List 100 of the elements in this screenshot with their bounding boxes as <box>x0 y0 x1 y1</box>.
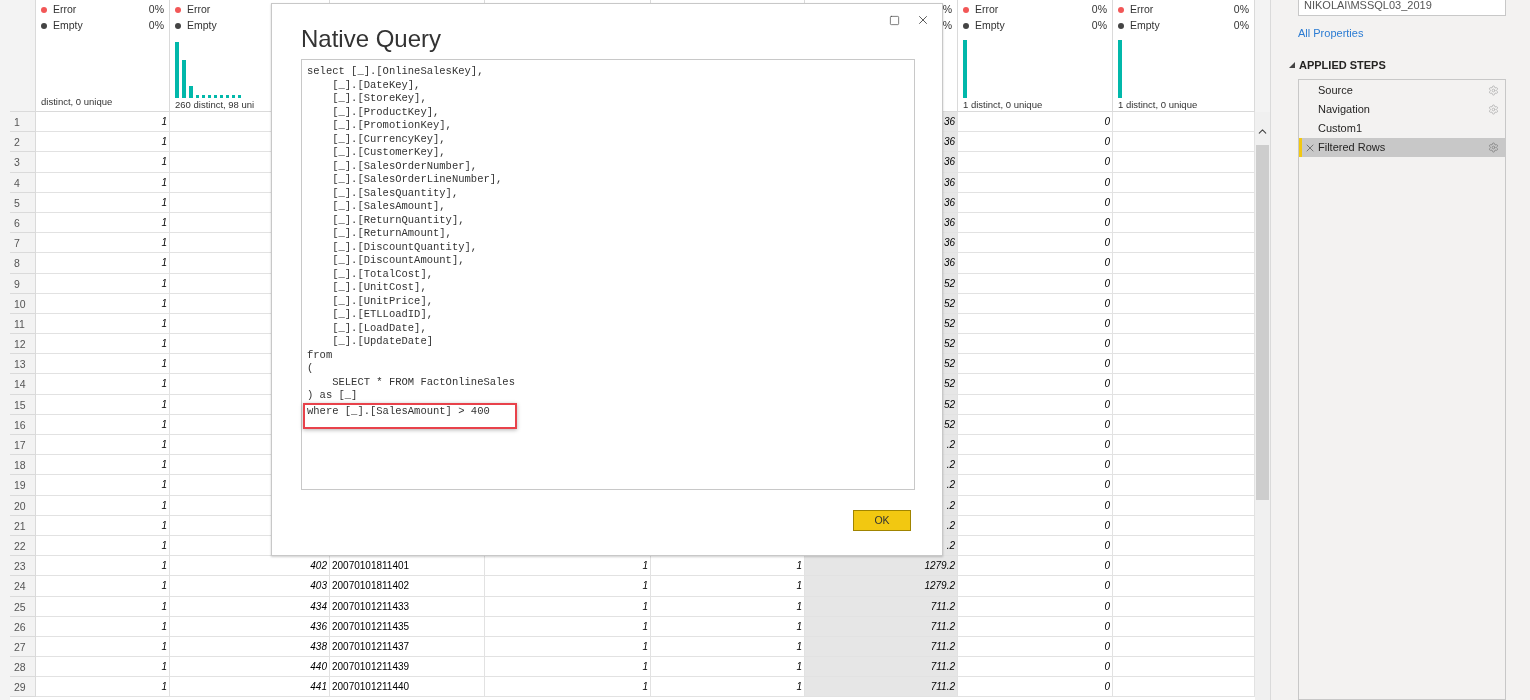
table-cell: 0 <box>958 172 1113 193</box>
table-cell: 0 <box>958 535 1113 557</box>
table-cell: 1 <box>36 273 170 294</box>
column-stats: 1 distinct, 0 unique <box>963 97 1044 112</box>
table-cell: 0 <box>958 374 1113 395</box>
table-cell: 1 <box>651 596 805 617</box>
row-number: 2 <box>10 132 36 153</box>
error-percent: 0% <box>1091 2 1107 17</box>
empty-percent: 0% <box>1233 17 1249 33</box>
server-field[interactable]: NIKOLAI\MSSQL03_2019 <box>1298 0 1506 16</box>
table-cell: 711.2 <box>805 657 958 678</box>
gear-icon[interactable] <box>1488 104 1499 115</box>
table-cell: 0 <box>958 636 1113 658</box>
table-cell: 1 <box>36 192 170 213</box>
table-cell: 1 <box>36 394 170 415</box>
query-line: [_].[ETLLoadID], <box>331 308 434 320</box>
table-cell: 1 <box>36 132 170 153</box>
row-number: 3 <box>10 152 36 173</box>
table-cell: 1 <box>485 616 651 637</box>
table-cell: 1 <box>36 233 170 254</box>
step-label: Custom1 <box>1318 121 1363 137</box>
table-cell: 0 <box>958 576 1113 597</box>
table-cell: 1 <box>36 212 170 234</box>
table-cell: 1 <box>36 616 170 637</box>
table-cell: 1 <box>36 112 170 133</box>
column-stats: 1 distinct, 0 unique <box>1118 97 1199 112</box>
query-line: [_].[SalesOrderLineNumber], <box>331 173 503 185</box>
query-line: [_].[LoadDate], <box>331 321 427 334</box>
table-cell: 20070101211433 <box>330 596 485 617</box>
table-cell: 1 <box>36 435 170 456</box>
error-percent: % <box>942 2 952 18</box>
query-line: [_].[CustomerKey], <box>331 146 446 158</box>
table-cell: 1 <box>36 152 170 173</box>
table-cell: 0 <box>958 556 1113 577</box>
table-cell: 0 <box>958 657 1113 678</box>
empty-percent: 0% <box>148 17 164 33</box>
gear-icon[interactable] <box>1488 85 1499 96</box>
step-item[interactable]: Filtered Rows <box>1299 138 1505 157</box>
table-cell: 0 <box>958 596 1113 617</box>
row-number: 19 <box>10 475 36 496</box>
table-cell: 1 <box>36 576 170 597</box>
row-number: 16 <box>10 414 36 435</box>
query-line: ) as [_] <box>307 389 358 401</box>
table-cell: 1279.2 <box>805 556 958 577</box>
table-cell: 0 <box>958 313 1113 335</box>
empty-label: Empty <box>53 17 83 33</box>
table-cell: 0 <box>958 515 1113 536</box>
row-number: 11 <box>10 313 36 335</box>
query-line: [_].[PromotionKey], <box>331 119 452 131</box>
table-cell: 0 <box>958 273 1113 294</box>
row-number: 28 <box>10 657 36 678</box>
table-cell: 0 <box>958 152 1113 173</box>
table-cell: 1 <box>485 576 651 597</box>
query-line: [_].[DiscountAmount], <box>331 254 465 266</box>
row-number: 12 <box>10 334 36 355</box>
all-properties-link[interactable]: All Properties <box>1298 25 1364 42</box>
query-line: [_].[UnitCost], <box>331 281 427 293</box>
table-cell: 1 <box>485 657 651 678</box>
table-cell: 711.2 <box>805 616 958 637</box>
table-cell: 1 <box>36 253 170 274</box>
table-cell: 0 <box>958 435 1113 456</box>
table-cell: 0 <box>958 212 1113 234</box>
table-cell: 1 <box>36 677 170 698</box>
step-item[interactable]: Custom1 <box>1299 119 1505 138</box>
ok-button[interactable]: OK <box>853 510 911 531</box>
table-cell: 0 <box>958 495 1113 516</box>
table-cell: 1 <box>36 636 170 658</box>
step-label: Source <box>1318 83 1353 99</box>
table-cell: 1 <box>36 535 170 557</box>
step-item[interactable]: Source <box>1299 81 1505 100</box>
table-cell: 20070101811402 <box>330 576 485 597</box>
query-line: [_].[SalesAmount], <box>331 200 446 212</box>
gear-icon[interactable] <box>1488 142 1499 153</box>
collapse-icon[interactable] <box>1289 61 1295 68</box>
table-cell: 1279.2 <box>805 576 958 597</box>
close-icon[interactable] <box>916 13 930 27</box>
empty-percent: 0% <box>1091 17 1107 33</box>
table-cell: 0 <box>958 677 1113 698</box>
query-line: [_].[ProductKey], <box>331 105 440 118</box>
query-line: [_].[StoreKey], <box>331 92 427 104</box>
error-percent: 0% <box>1233 2 1249 17</box>
table-cell: 0 <box>958 233 1113 254</box>
row-number: 6 <box>10 212 36 234</box>
table-cell: 1 <box>36 596 170 617</box>
table-cell: 0 <box>958 414 1113 435</box>
table-cell: 711.2 <box>805 677 958 698</box>
query-text-area[interactable] <box>301 59 915 490</box>
maximize-icon[interactable] <box>889 14 900 26</box>
row-number: 25 <box>10 596 36 617</box>
error-label: Error <box>53 2 77 17</box>
row-number: 21 <box>10 515 36 536</box>
empty-percent: % <box>942 18 952 34</box>
query-line: [_].[DateKey], <box>331 78 421 91</box>
table-cell: 440 <box>170 657 330 678</box>
step-item[interactable]: Navigation <box>1299 100 1505 119</box>
table-cell: 0 <box>958 455 1113 476</box>
scrollbar-thumb[interactable] <box>1256 145 1269 500</box>
table-cell: 0 <box>958 293 1113 314</box>
table-cell: 434 <box>170 596 330 617</box>
table-cell: 0 <box>958 354 1113 375</box>
